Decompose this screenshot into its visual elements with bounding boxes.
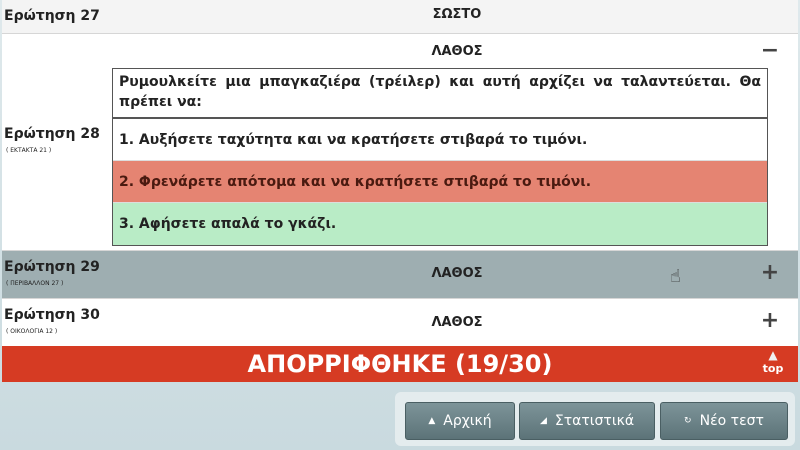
question-label: Ερώτηση 30 — [4, 307, 100, 323]
scroll-top-button[interactable]: ▲ top — [758, 348, 788, 380]
question-label: Ερώτηση 29 — [4, 259, 100, 275]
plus-icon[interactable]: + — [760, 262, 780, 284]
question-category: ( ΟΙΚΟΛΟΓΙΑ 12 ) — [6, 328, 58, 335]
scroll-top-label: top — [762, 362, 784, 375]
result-status: ΛΑΘΟΣ — [431, 315, 483, 330]
result-status: ΛΑΘΟΣ — [431, 44, 483, 59]
result-status: ΣΩΣΤΟ — [432, 7, 482, 22]
new-test-button-label: Νέο τεστ — [699, 413, 764, 429]
answer-option-3-correct[interactable]: 3. Αφήσετε απαλά το γκάζι. — [113, 203, 767, 245]
question-category: ( ΠΕΡΙΒΑΛΛΟΝ 27 ) — [6, 280, 64, 287]
question-label: Ερώτηση 27 — [4, 8, 100, 24]
question-row-30[interactable]: Ερώτηση 30 ( ΟΙΚΟΛΟΓΙΑ 12 ) ΛΑΘΟΣ + — [2, 299, 798, 347]
result-banner: ΑΠΟΡΡΙΦΘΗΚΕ (19/30) ▲ top — [2, 346, 798, 382]
result-banner-text: ΑΠΟΡΡΙΦΘΗΚΕ (19/30) — [247, 350, 553, 378]
statistics-button[interactable]: ◢ Στατιστικά — [519, 402, 655, 440]
hand-cursor-icon: ☝ — [670, 266, 681, 287]
home-button-label: Αρχική — [443, 413, 492, 429]
question-text: Ρυμουλκείτε μια μπαγκαζιέρα (τρέιλερ) κα… — [113, 69, 767, 119]
answer-option-2-wrong[interactable]: 2. Φρενάρετε απότομα και να κρατήσετε στ… — [113, 161, 767, 203]
collapse-icon[interactable]: − — [760, 40, 780, 62]
arrow-up-icon: ▲ — [768, 348, 778, 362]
question-label: Ερώτηση 28 — [4, 126, 100, 142]
statistics-button-label: Στατιστικά — [554, 413, 635, 429]
question-row-27[interactable]: Ερώτηση 27 ΣΩΣΤΟ — [2, 0, 798, 34]
question-detail-box: Ρυμουλκείτε μια μπαγκαζιέρα (τρέιλερ) κα… — [112, 68, 768, 246]
action-bar: ▲ Αρχική ◢ Στατιστικά ↻ Νέο τεστ — [395, 392, 795, 446]
home-icon: ▲ — [428, 416, 436, 426]
new-test-button[interactable]: ↻ Νέο τεστ — [660, 402, 788, 440]
answer-option-1[interactable]: 1. Αυξήσετε ταχύτητα και να κρατήσετε στ… — [113, 119, 767, 161]
question-category: ( ΕΚΤΑΚΤΑ 21 ) — [6, 147, 52, 154]
result-status: ΛΑΘΟΣ — [431, 266, 483, 281]
plus-icon[interactable]: + — [760, 310, 780, 332]
home-button[interactable]: ▲ Αρχική — [405, 402, 515, 440]
refresh-icon: ↻ — [684, 416, 692, 426]
stats-icon: ◢ — [539, 416, 547, 426]
